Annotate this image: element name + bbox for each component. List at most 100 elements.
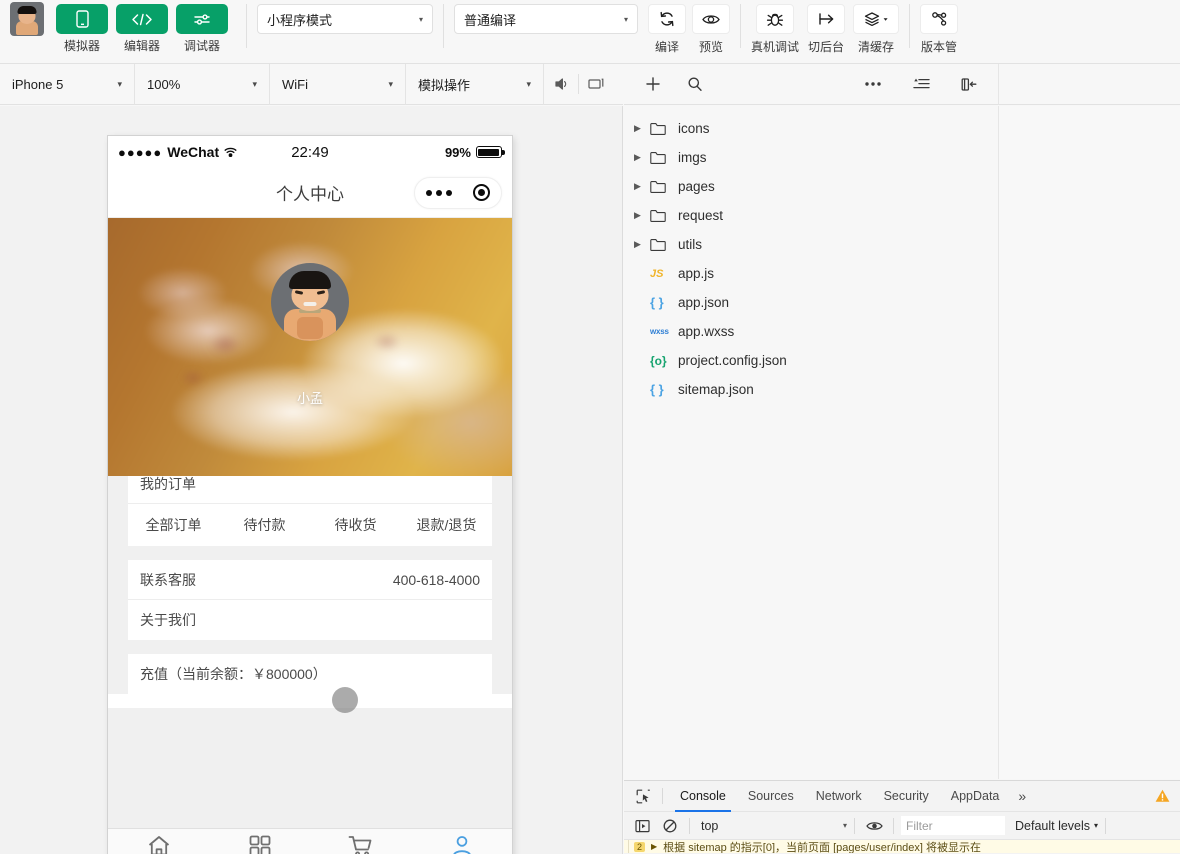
tree-file-app-js[interactable]: JS app.js <box>624 259 997 288</box>
tabbar-item-category[interactable]: 分类 <box>209 829 310 854</box>
controls-divider-3 <box>893 817 894 834</box>
more-dots-icon[interactable] <box>425 189 452 196</box>
tabbar-item-cart[interactable]: 购物车 <box>310 829 411 854</box>
close-target-icon[interactable] <box>473 184 491 201</box>
controls-divider-2 <box>854 817 855 834</box>
toolbar-action-compile[interactable]: 编译 <box>648 0 686 55</box>
bug-icon[interactable] <box>756 4 794 34</box>
order-tab-all[interactable]: 全部订单 <box>128 504 219 546</box>
tree-folder-icons[interactable]: ▶ icons <box>624 114 997 143</box>
ellipsis-icon[interactable] <box>858 69 888 99</box>
order-tab-refund[interactable]: 退款/退货 <box>401 504 492 546</box>
status-time: 22:49 <box>291 143 329 161</box>
chevron-right-icon[interactable]: ▶ <box>634 123 650 134</box>
contact-service-row[interactable]: 联系客服 400-618-4000 <box>128 560 492 600</box>
chevron-right-icon[interactable]: ▶ <box>634 239 650 250</box>
phone-icon[interactable] <box>56 4 108 34</box>
plus-icon[interactable] <box>638 69 668 99</box>
toolbar-action-version-control[interactable]: 版本管 <box>920 0 959 55</box>
tree-folder-request[interactable]: ▶ request <box>624 201 997 230</box>
tabbar-item-profile[interactable]: 我的 <box>411 829 512 854</box>
folder-icon <box>650 122 678 135</box>
more-tabs-icon[interactable]: » <box>1010 788 1034 804</box>
toolbar-action-preview[interactable]: 预览 <box>692 0 730 55</box>
console-context-select[interactable]: top ▾ <box>697 819 847 833</box>
toolbar-label-debugger: 调试器 <box>183 39 220 53</box>
console-log-row[interactable]: 2 ▶ 根据 sitemap 的指示[0]，当前页面 [pages/user/i… <box>624 840 1180 853</box>
mode-select[interactable]: 小程序模式 ▾ <box>257 4 433 34</box>
about-us-row[interactable]: 关于我们 <box>128 600 492 640</box>
tabbar-item-home[interactable]: 首页 <box>108 829 209 854</box>
service-card: 联系客服 400-618-4000 关于我们 <box>128 560 492 640</box>
live-expression-eye-icon[interactable] <box>862 815 886 837</box>
log-level-select[interactable]: Default levels ▾ <box>1009 819 1098 833</box>
tree-file-project-config[interactable]: {o} project.config.json <box>624 346 997 375</box>
compile-mode-select[interactable]: 普通编译 ▾ <box>454 4 638 34</box>
tab-sources[interactable]: Sources <box>737 781 805 812</box>
about-us-label: 关于我们 <box>140 612 196 628</box>
network-select[interactable]: WiFi ▾ <box>270 63 406 105</box>
toolbar-action-background[interactable]: 切后台 <box>807 0 846 55</box>
toolbar-button-debugger[interactable]: 调试器 <box>176 0 228 54</box>
log-count-badge: 2 <box>634 841 646 852</box>
search-icon[interactable] <box>680 69 710 99</box>
outline-icon[interactable] <box>906 69 936 99</box>
screen-icon[interactable] <box>579 77 613 91</box>
recharge-row[interactable]: 充值（当前余额：￥800000） <box>128 654 492 694</box>
wxss-badge: wxss <box>650 327 669 336</box>
simulate-action-select[interactable]: 模拟操作 ▾ <box>406 63 544 105</box>
tree-folder-utils[interactable]: ▶ utils <box>624 230 997 259</box>
layers-icon[interactable] <box>853 4 900 34</box>
tab-network[interactable]: Network <box>805 781 873 812</box>
devtools-console-controls: top ▾ Default levels ▾ <box>624 812 1180 840</box>
config-file-icon: {o} <box>650 354 678 368</box>
order-tab-shipping[interactable]: 待收货 <box>310 504 401 546</box>
order-tab-unpaid[interactable]: 待付款 <box>219 504 310 546</box>
background-arrow-icon[interactable] <box>807 4 846 34</box>
tab-console[interactable]: Console <box>669 781 737 812</box>
warning-icon[interactable] <box>1155 789 1170 803</box>
toggle-sidebar-icon[interactable] <box>630 815 654 837</box>
expand-log-icon[interactable]: ▶ <box>651 842 657 851</box>
sliders-icon[interactable] <box>176 4 228 34</box>
inspect-element-icon[interactable] <box>630 789 656 804</box>
console-filter-input[interactable] <box>901 816 1005 835</box>
chevron-right-icon[interactable]: ▶ <box>634 181 650 192</box>
tab-appdata[interactable]: AppData <box>940 781 1011 812</box>
code-icon[interactable] <box>116 4 168 34</box>
collapse-panel-icon[interactable] <box>954 69 984 99</box>
toolbar-action-real-device-debug[interactable]: 真机调试 <box>751 0 799 55</box>
tree-file-label: app.wxss <box>678 324 735 339</box>
chevron-right-icon[interactable]: ▶ <box>634 210 650 221</box>
cart-icon <box>348 835 373 854</box>
tree-folder-label: icons <box>678 121 710 136</box>
toolbar-button-simulator[interactable]: 模拟器 <box>56 0 108 54</box>
tree-folder-label: pages <box>678 179 715 194</box>
toolbar-action-clear-cache[interactable]: 清缓存 <box>853 0 900 55</box>
eye-icon[interactable] <box>692 4 730 34</box>
chevron-right-icon[interactable]: ▶ <box>634 152 650 163</box>
tree-folder-imgs[interactable]: ▶ imgs <box>624 143 997 172</box>
folder-icon <box>650 238 678 251</box>
tree-folder-pages[interactable]: ▶ pages <box>624 172 997 201</box>
clear-console-icon[interactable] <box>658 815 682 837</box>
mode-select-value: 小程序模式 <box>267 12 333 28</box>
chevron-down-icon: ▾ <box>252 78 257 89</box>
explorer-toolbar <box>624 64 998 105</box>
app-avatar-logo[interactable] <box>10 2 44 36</box>
editor-pane-empty[interactable] <box>998 106 1180 779</box>
toolbar-button-editor[interactable]: 编辑器 <box>116 0 168 54</box>
mute-icon[interactable] <box>544 77 578 91</box>
zoom-select[interactable]: 100% ▾ <box>135 63 270 105</box>
phone-tab-bar: 首页 分类 购物车 我 <box>108 828 512 854</box>
tree-file-app-json[interactable]: { } app.json <box>624 288 997 317</box>
tree-file-app-wxss[interactable]: wxss app.wxss <box>624 317 997 346</box>
device-select[interactable]: iPhone 5 ▾ <box>0 63 135 105</box>
avatar[interactable] <box>271 263 349 341</box>
branch-icon[interactable] <box>920 4 959 34</box>
chevron-down-icon: ▾ <box>388 78 393 89</box>
tab-security[interactable]: Security <box>873 781 940 812</box>
capsule-button[interactable] <box>414 176 502 209</box>
tree-file-sitemap[interactable]: { } sitemap.json <box>624 375 997 404</box>
refresh-icon[interactable] <box>648 4 686 34</box>
